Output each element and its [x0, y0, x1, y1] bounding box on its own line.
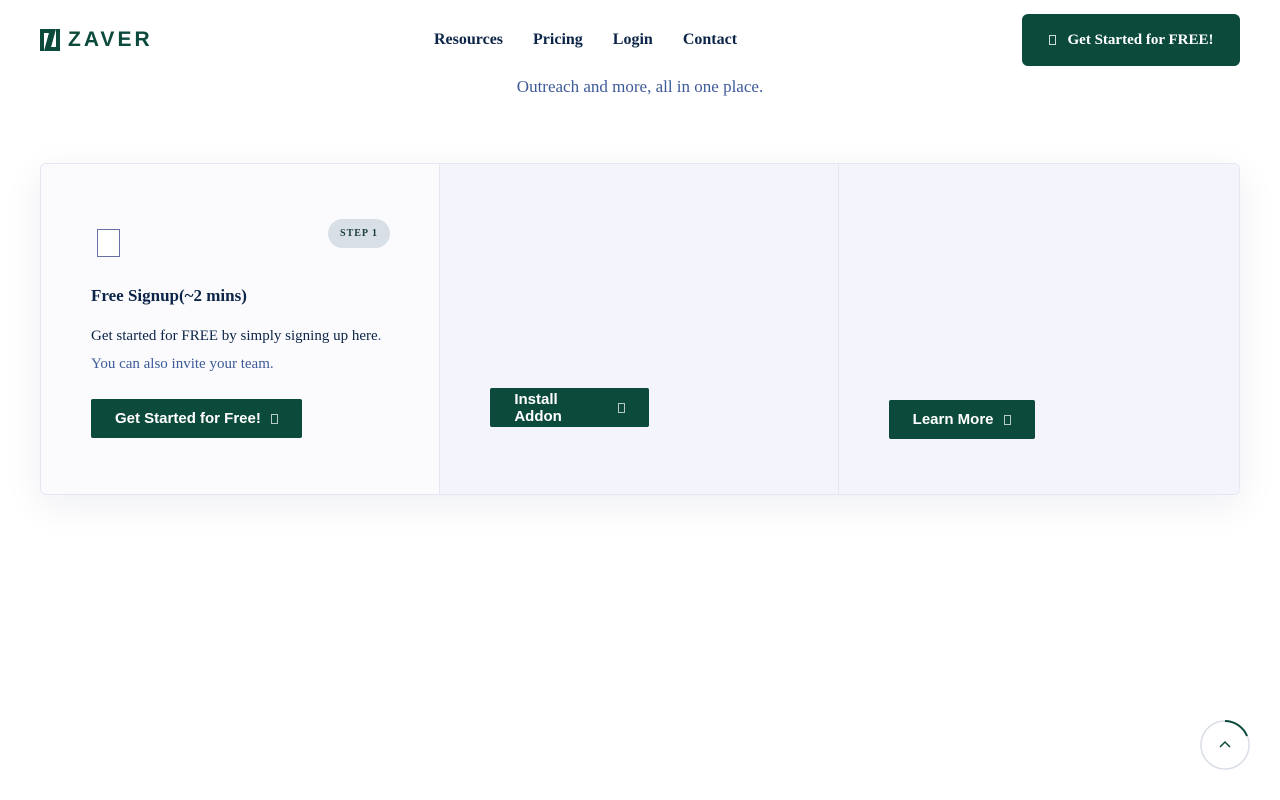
arrow-icon	[270, 413, 278, 424]
get-started-header-button[interactable]: Get Started for FREE!	[1022, 14, 1240, 66]
signup-here-link[interactable]: here	[352, 328, 378, 344]
step-badge: STEP 1	[328, 219, 390, 248]
chevron-up-icon	[1200, 720, 1250, 770]
step-card-2: Install Addon	[440, 164, 839, 494]
step-description-lead: Get started for FREE by simply signing u…	[91, 328, 349, 344]
zaver-logo-icon	[40, 29, 60, 51]
learn-more-label: Learn More	[912, 411, 994, 428]
steps-section: STEP 1 Free Signup(~2 mins) Get started …	[40, 163, 1240, 495]
step-card-1: STEP 1 Free Signup(~2 mins) Get started …	[41, 164, 441, 494]
nav-link-pricing[interactable]: Pricing	[533, 30, 583, 50]
get-started-free-button[interactable]: Get Started for Free!	[91, 399, 302, 438]
install-addon-label: Install Addon	[514, 390, 562, 425]
nav-link-resources[interactable]: Resources	[434, 30, 503, 50]
step-description: Get started for FREE by simply signing u…	[91, 322, 391, 378]
arrow-icon	[1003, 414, 1011, 425]
get-started-free-label: Get Started for Free!	[115, 410, 261, 427]
scroll-to-top-button[interactable]	[1200, 720, 1250, 770]
site-header: ZAVER Resources Pricing Login Contact Ge…	[0, 0, 1280, 80]
main-nav: Resources Pricing Login Contact	[434, 30, 767, 50]
arrow-icon	[618, 402, 626, 413]
arrow-icon	[1048, 35, 1056, 45]
signup-icon	[97, 229, 120, 257]
brand-logo[interactable]: ZAVER	[40, 29, 153, 51]
step-card-3: Learn More	[838, 164, 1239, 494]
brand-name: ZAVER	[68, 28, 153, 51]
learn-more-button[interactable]: Learn More	[888, 400, 1035, 439]
install-addon-button[interactable]: Install Addon	[490, 388, 650, 427]
step-title: Free Signup(~2 mins)	[91, 286, 247, 305]
nav-link-contact[interactable]: Contact	[683, 30, 737, 50]
get-started-header-label: Get Started for FREE!	[1067, 31, 1214, 48]
nav-link-login[interactable]: Login	[613, 30, 653, 50]
